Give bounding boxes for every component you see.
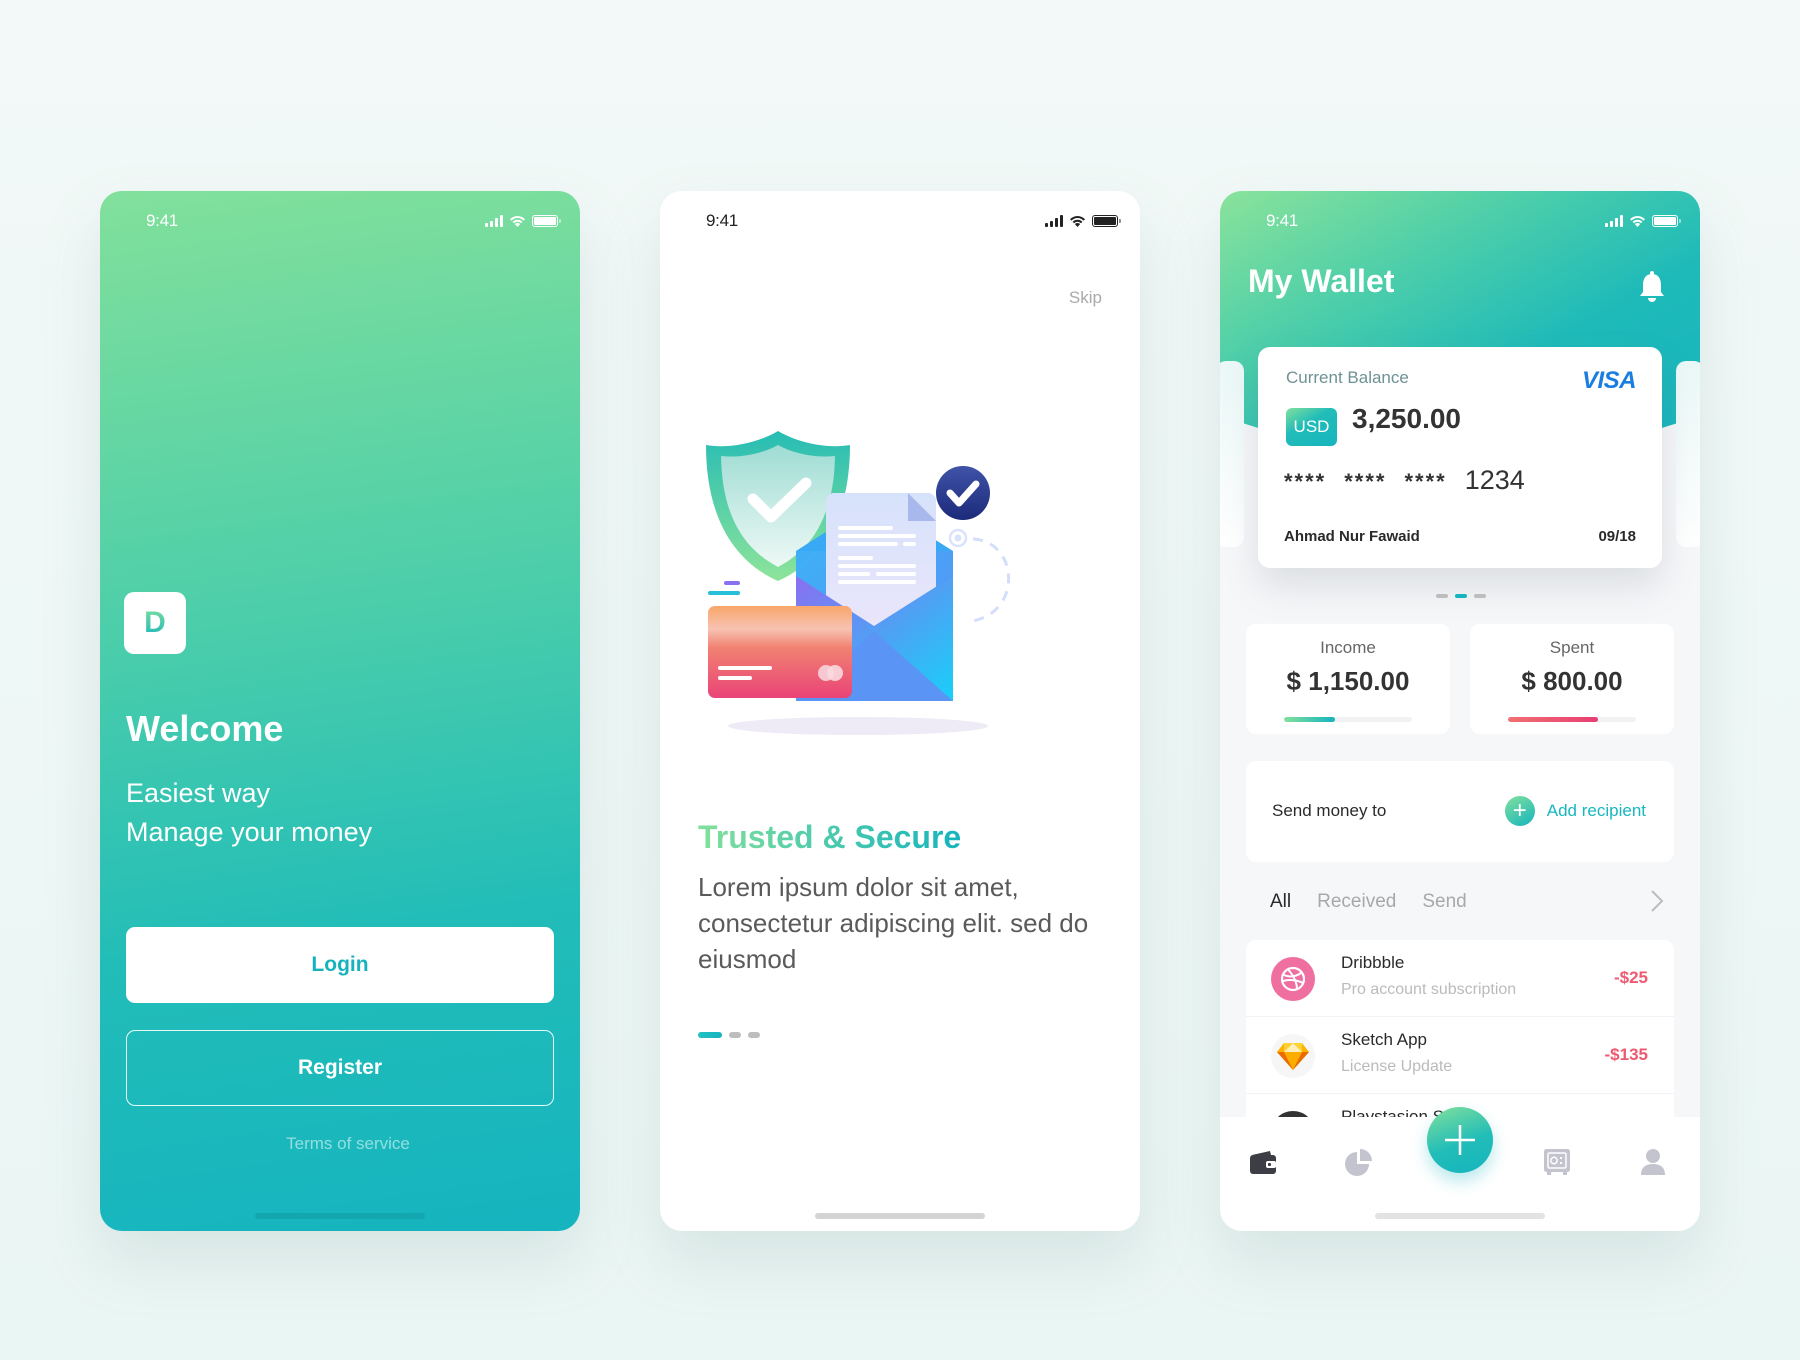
tagline-line-2: Manage your money: [126, 817, 373, 847]
card-pagination: [1436, 594, 1486, 598]
credit-card-shape: [708, 606, 852, 698]
card-holder-name: Ahmad Nur Fawaid: [1284, 528, 1420, 545]
transaction-filter-tabs: All Received Send: [1270, 891, 1467, 913]
card-dot-1[interactable]: [1436, 594, 1448, 598]
transaction-row[interactable]: Sketch App License Update -$135: [1246, 1017, 1674, 1094]
transaction-amount: -$135: [1604, 1045, 1648, 1064]
spent-progress-bar: [1508, 717, 1636, 722]
status-time: 9:41: [706, 211, 738, 230]
add-recipient-button[interactable]: + Add recipient: [1504, 796, 1646, 826]
profile-nav-icon[interactable]: [1638, 1147, 1668, 1177]
chevron-right-icon[interactable]: [1650, 889, 1664, 913]
add-recipient-label: Add recipient: [1546, 801, 1646, 820]
signal-icon: [1045, 215, 1063, 227]
bottom-navigation: [1220, 1107, 1700, 1231]
spent-card[interactable]: Spent $ 800.00: [1470, 624, 1674, 734]
signal-icon: [1605, 215, 1623, 227]
wifi-icon: [1630, 216, 1645, 227]
logo-letter: D: [144, 606, 166, 639]
currency-badge: USD: [1286, 408, 1337, 446]
illustration-shadow: [728, 717, 988, 735]
balance-card[interactable]: Current Balance VISA USD 3,250.00 **** *…: [1258, 347, 1662, 568]
page-dot-2[interactable]: [729, 1032, 741, 1038]
battery-icon: [532, 215, 561, 227]
welcome-screen: 9:41 D Welcome Easiest way Manage your m…: [100, 191, 580, 1231]
card-number-masked-2: ****: [1344, 469, 1387, 494]
transaction-amount: -$25: [1613, 968, 1648, 987]
transaction-desc: Pro account subscription: [1341, 981, 1517, 998]
app-logo: D: [124, 592, 186, 654]
card-number-masked-3: ****: [1404, 469, 1447, 494]
income-label: Income: [1320, 638, 1376, 657]
terms-of-service-link[interactable]: Terms of service: [116, 1134, 580, 1154]
transaction-row[interactable]: Dribbble Pro account subscription -$25: [1246, 940, 1674, 1017]
onboarding-screen: 9:41 Skip Trusted & Secure Lorem ipsum d…: [660, 191, 1140, 1231]
tab-send[interactable]: Send: [1422, 891, 1466, 913]
check-badge: [936, 466, 990, 520]
home-indicator: [1375, 1213, 1545, 1219]
skip-button[interactable]: Skip: [1069, 288, 1102, 308]
wifi-icon: [510, 216, 525, 227]
send-money-label: Send money to: [1272, 801, 1387, 820]
card-number: **** **** **** 1234: [1284, 465, 1525, 496]
tab-received[interactable]: Received: [1317, 891, 1396, 913]
income-progress-fill: [1284, 717, 1336, 722]
plus-circle-icon: +: [1504, 796, 1535, 826]
transaction-name: Sketch App: [1341, 1030, 1428, 1049]
safe-nav-icon[interactable]: [1542, 1147, 1572, 1177]
tab-all[interactable]: All: [1270, 891, 1291, 913]
send-money-panel: Send money to + Add recipient: [1246, 761, 1674, 862]
plus-icon: [1445, 1125, 1475, 1155]
onboarding-body: Lorem ipsum dolor sit amet, consectetur …: [698, 872, 1089, 974]
notification-bell-icon[interactable]: [1638, 271, 1666, 303]
battery-icon: [1652, 215, 1681, 227]
card-number-masked-1: ****: [1284, 469, 1327, 494]
status-bar: 9:41: [100, 211, 580, 231]
onboarding-title: Trusted & Secure: [698, 819, 962, 855]
transaction-desc: License Update: [1341, 1058, 1453, 1075]
add-transaction-fab[interactable]: [1427, 1107, 1493, 1173]
sketch-icon: [1271, 1034, 1315, 1078]
wifi-icon: [1070, 216, 1085, 227]
card-dot-2[interactable]: [1455, 594, 1467, 598]
onboarding-pagination: [698, 1032, 760, 1038]
visa-logo: VISA: [1581, 367, 1637, 394]
page-dot-1[interactable]: [698, 1032, 722, 1038]
battery-icon: [1092, 215, 1121, 227]
stats-pie-nav-icon[interactable]: [1344, 1147, 1374, 1177]
welcome-title: Welcome: [126, 708, 284, 749]
home-indicator: [255, 1213, 425, 1219]
page-dot-3[interactable]: [748, 1032, 760, 1038]
next-card-peek[interactable]: [1676, 361, 1700, 547]
status-time: 9:41: [146, 211, 178, 230]
card-last-four: 1234: [1464, 465, 1525, 495]
spent-value: $ 800.00: [1521, 666, 1623, 696]
card-dot-3[interactable]: [1474, 594, 1486, 598]
spent-progress-fill: [1508, 717, 1598, 722]
previous-card-peek[interactable]: [1220, 361, 1244, 547]
login-button[interactable]: Login: [126, 927, 554, 1003]
page-title: My Wallet: [1248, 263, 1395, 299]
income-value: $ 1,150.00: [1286, 666, 1410, 696]
spent-label: Spent: [1549, 638, 1595, 657]
status-bar: 9:41: [660, 211, 1140, 231]
transaction-name: Dribbble: [1341, 953, 1405, 972]
tagline-line-1: Easiest way: [126, 778, 271, 808]
income-progress-bar: [1284, 717, 1412, 722]
tagline: Easiest way Manage your money: [126, 774, 372, 852]
wallet-screen: 9:41 My Wallet Current Balance VISA USD …: [1220, 191, 1700, 1231]
signal-icon: [485, 215, 503, 227]
security-illustration: [706, 431, 1011, 735]
current-balance-label: Current Balance: [1286, 368, 1409, 387]
income-card[interactable]: Income $ 1,150.00: [1246, 624, 1450, 734]
balance-amount: 3,250.00: [1352, 403, 1461, 434]
home-indicator: [815, 1213, 985, 1219]
wallet-nav-icon[interactable]: [1248, 1147, 1278, 1177]
card-expiry: 09/18: [1598, 528, 1636, 545]
status-time: 9:41: [1266, 211, 1298, 230]
status-bar: 9:41: [1220, 211, 1700, 231]
register-button[interactable]: Register: [126, 1030, 554, 1106]
dribbble-icon: [1271, 957, 1315, 1001]
